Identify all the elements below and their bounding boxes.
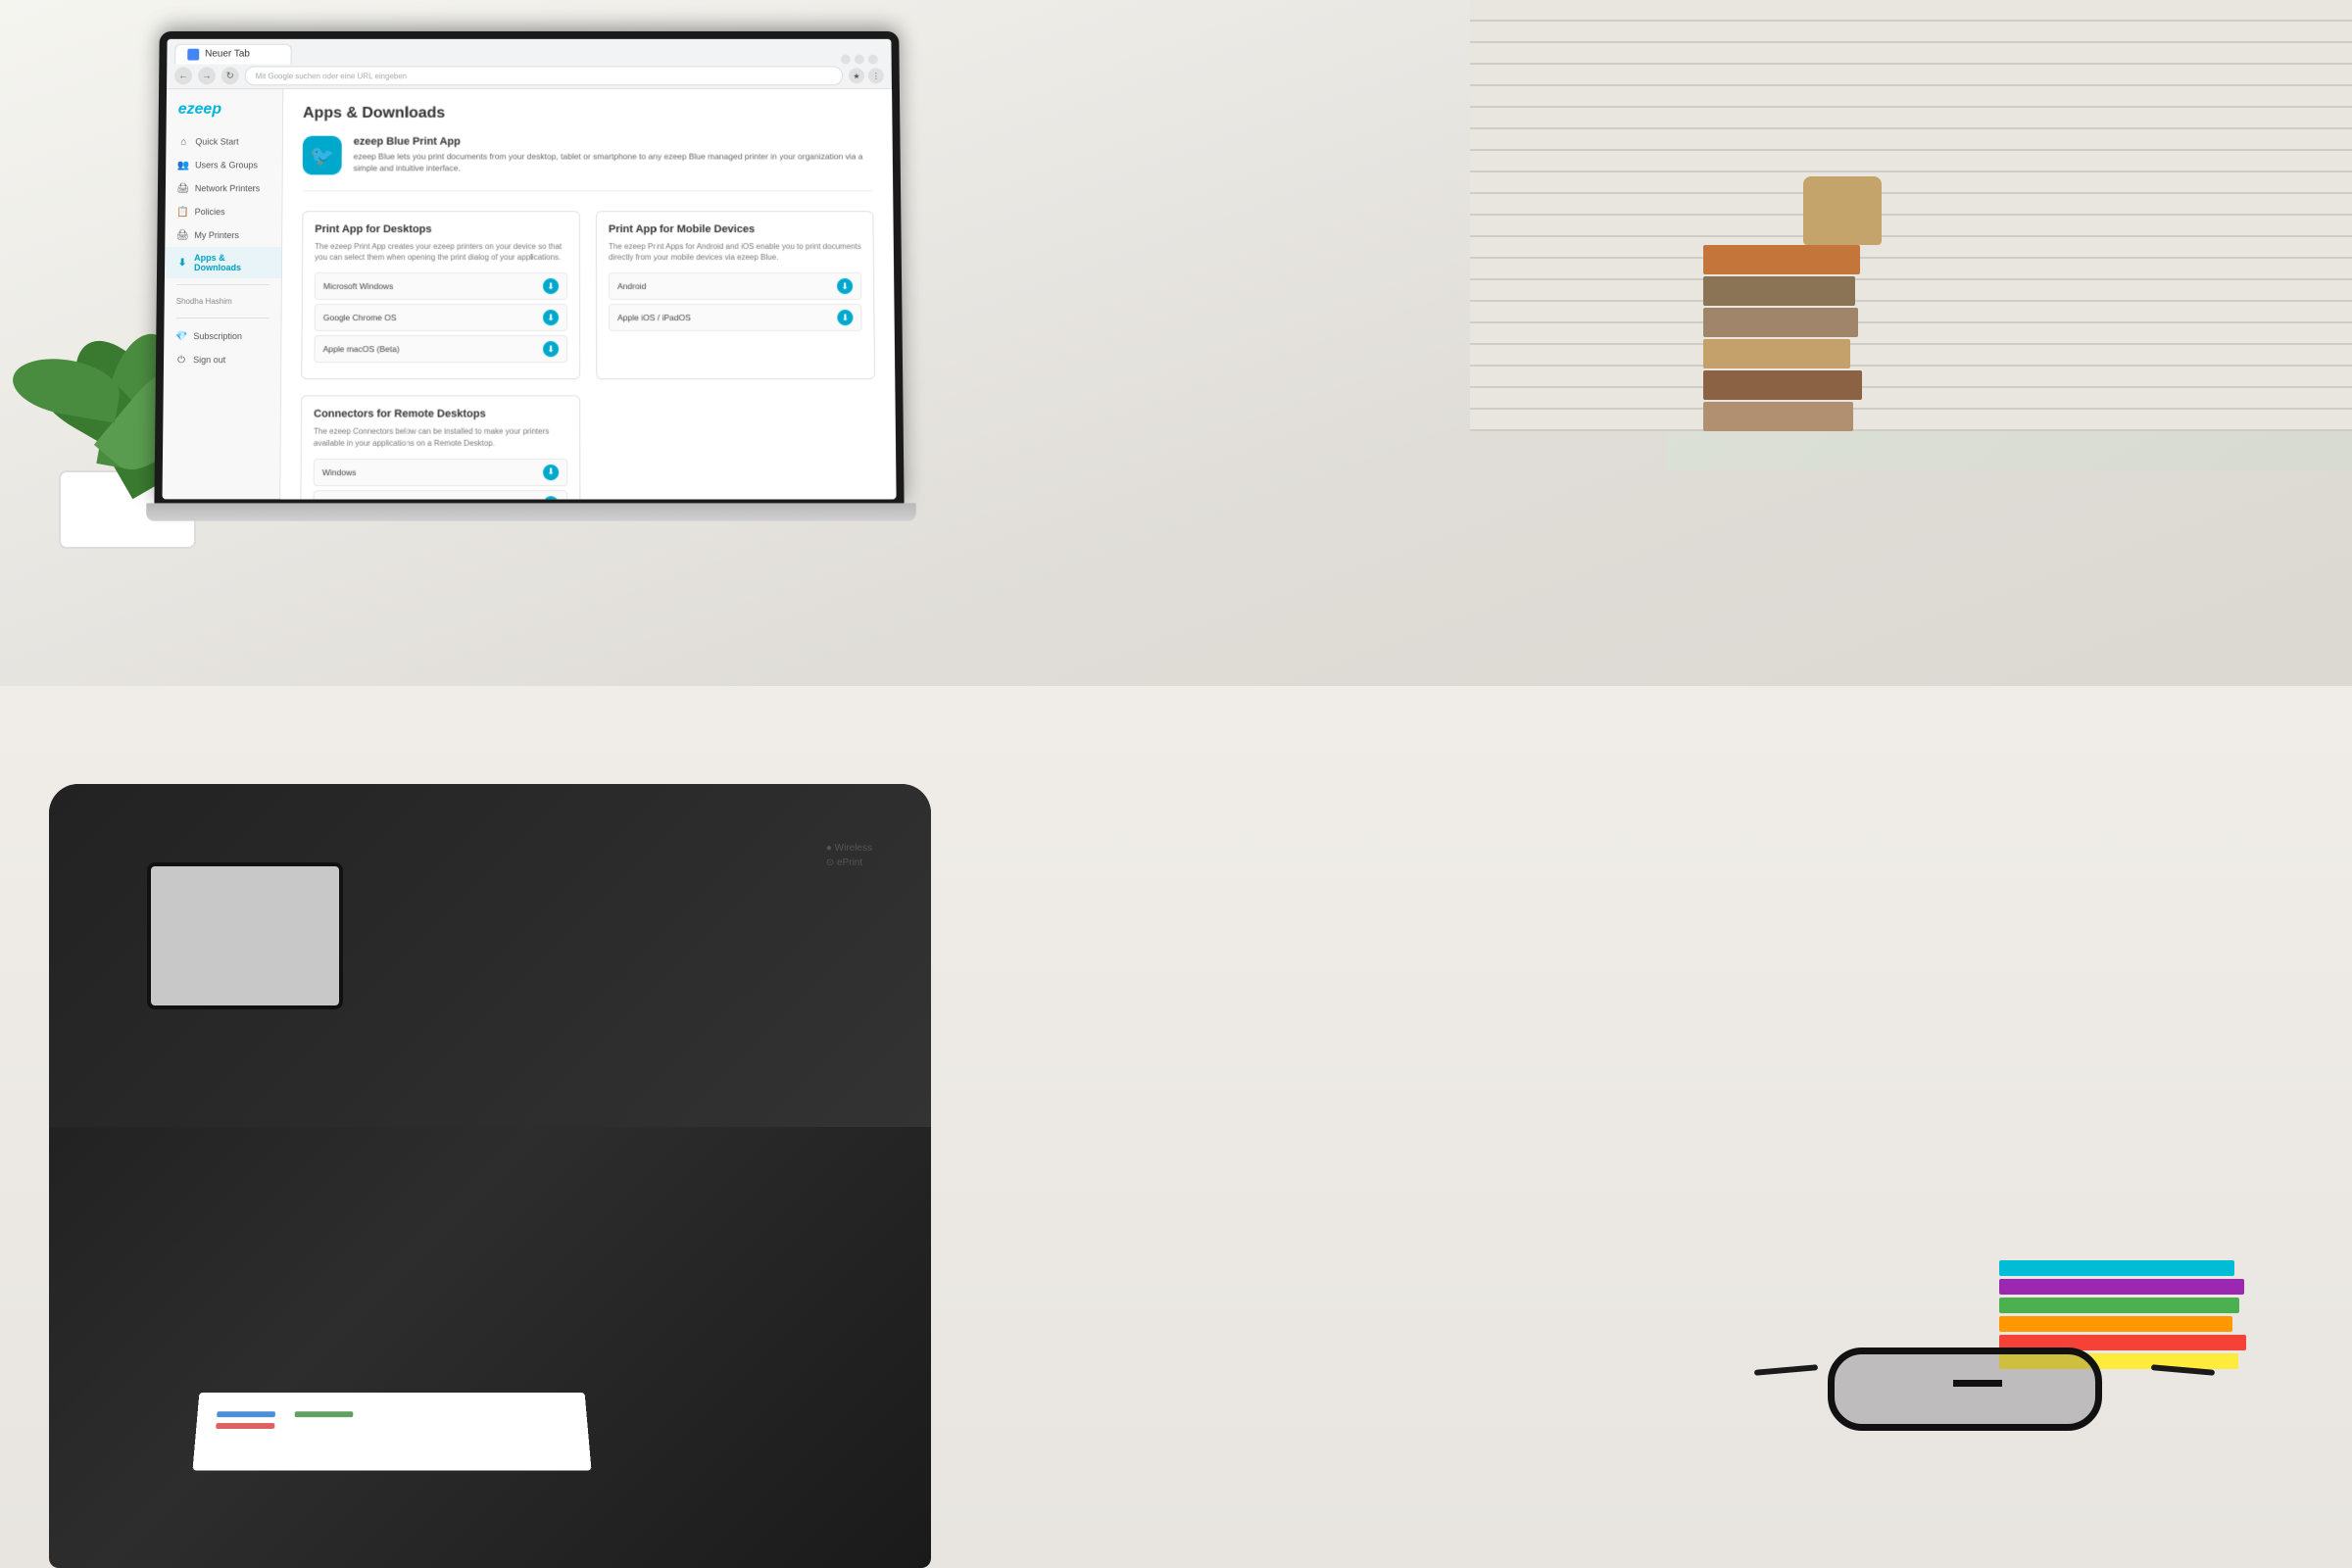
section-mobile-desc: The ezeep Print Apps for Android and iOS… <box>609 241 861 263</box>
browser-chrome: Neuer Tab ← → ↻ Mi <box>167 39 892 89</box>
download-macos-btn[interactable]: ⬇ <box>543 341 559 357</box>
sidebar-item-label: Subscription <box>193 331 242 341</box>
sidebar-item-label: Policies <box>195 207 225 217</box>
browser-close-btn[interactable] <box>868 54 878 64</box>
download-item-macos: Apple macOS (Beta) ⬇ <box>314 335 567 363</box>
sidebar-item-sign-out[interactable]: ⏻ Sign out <box>164 348 281 371</box>
sidebar-item-quick-start[interactable]: ⌂ Quick Start <box>166 130 282 154</box>
tab-favicon <box>187 48 199 60</box>
download-android-btn[interactable]: ⬇ <box>837 278 853 294</box>
download-ios-btn[interactable]: ⬇ <box>837 310 853 325</box>
network-printers-icon: 🖨 <box>177 182 189 194</box>
sidebar: ezeep ⌂ Quick Start 👥 Users & Groups <box>163 89 284 499</box>
sign-out-icon: ⏻ <box>175 354 187 366</box>
sections-grid: Print App for Desktops The ezeep Print A… <box>300 211 877 499</box>
glasses <box>1813 1333 2156 1450</box>
address-bar[interactable]: Mit Google suchen oder eine URL eingeben <box>245 67 844 86</box>
background-scene: ● Wireless ⊙ ePrint Neuer Tab <box>0 0 2352 1568</box>
app-layout: ezeep ⌂ Quick Start 👥 Users & Groups <box>163 89 897 499</box>
my-printers-icon: 🖨 <box>176 229 188 241</box>
bookmark-btn[interactable]: ★ <box>849 69 864 84</box>
policies-icon: 📋 <box>177 206 189 218</box>
app-icon: 🐦 <box>303 136 342 175</box>
sidebar-username: Shodha Hashim <box>165 291 281 312</box>
sidebar-item-label: Quick Start <box>195 137 238 147</box>
section-desktop-title: Print App for Desktops <box>315 223 567 235</box>
bird-icon: 🐦 <box>310 143 334 168</box>
browser-minimize-btn[interactable] <box>841 54 851 64</box>
section-connectors-title: Connectors for Remote Desktops <box>314 409 567 420</box>
app-card-title: ezeep Blue Print App <box>354 136 873 148</box>
printer: ● Wireless ⊙ ePrint <box>49 784 931 1568</box>
page-title: Apps & Downloads <box>303 105 872 122</box>
app-card-description: ezeep Blue lets you print documents from… <box>354 152 873 175</box>
sidebar-nav: ⌂ Quick Start 👥 Users & Groups 🖨 Network… <box>165 130 282 278</box>
browser-maximize-btn[interactable] <box>855 54 864 64</box>
app-card: 🐦 ezeep Blue Print App ezeep Blue lets y… <box>303 136 874 192</box>
download-item-chromeos: Google Chrome OS ⬇ <box>315 304 567 331</box>
sidebar-bottom-nav: 💎 Subscription ⏻ Sign out <box>164 324 281 371</box>
sidebar-item-users-groups[interactable]: 👥 Users & Groups <box>166 154 282 177</box>
subscription-icon: 💎 <box>175 330 187 342</box>
section-desktop-desc: The ezeep Print App creates your ezeep p… <box>315 241 567 263</box>
download-windows-btn[interactable]: ⬇ <box>543 278 559 294</box>
quick-start-icon: ⌂ <box>177 136 189 148</box>
tab-label: Neuer Tab <box>205 49 250 60</box>
main-content: Apps & Downloads 🐦 ezeep Blue Print App … <box>280 89 896 499</box>
sidebar-item-policies[interactable]: 📋 Policies <box>166 200 282 223</box>
printer-paper <box>192 1393 591 1471</box>
download-item-ios: Apple iOS / iPadOS ⬇ <box>609 304 862 331</box>
sidebar-item-my-printers[interactable]: 🖨 My Printers <box>165 223 281 247</box>
download-item-android: Android ⬇ <box>609 272 861 300</box>
laptop-screen: Neuer Tab ← → ↻ Mi <box>163 39 897 500</box>
users-icon: 👥 <box>177 159 189 171</box>
sidebar-divider <box>176 284 270 285</box>
reload-button[interactable]: ↻ <box>221 68 239 85</box>
browser-tab[interactable]: Neuer Tab <box>174 43 291 64</box>
sidebar-item-label: Network Printers <box>195 183 260 193</box>
section-mobile: Print App for Mobile Devices The ezeep P… <box>596 211 875 379</box>
download-item-connector-macos: macOS ⬇ <box>313 490 567 499</box>
settings-btn[interactable]: ⋮ <box>868 69 884 84</box>
laptop: Neuer Tab ← → ↻ Mi <box>154 31 905 521</box>
basket <box>1803 176 1882 245</box>
apps-downloads-icon: ⬇ <box>176 257 188 269</box>
back-button[interactable]: ← <box>174 68 192 85</box>
forward-button[interactable]: → <box>198 68 216 85</box>
download-connector-windows-btn[interactable]: ⬇ <box>543 465 559 480</box>
sidebar-item-label: Users & Groups <box>195 160 258 170</box>
sidebar-item-label: Apps & Downloads <box>194 253 270 272</box>
section-connectors-desc: The ezeep Connectors below can be instal… <box>314 426 567 449</box>
laptop-bezel: Neuer Tab ← → ↻ Mi <box>154 31 904 503</box>
app-card-text: ezeep Blue Print App ezeep Blue lets you… <box>354 136 873 174</box>
books-stack <box>1703 245 1862 433</box>
sidebar-logo: ezeep <box>167 101 283 130</box>
section-mobile-title: Print App for Mobile Devices <box>609 223 861 235</box>
sidebar-item-label: My Printers <box>194 230 239 240</box>
sidebar-item-subscription[interactable]: 💎 Subscription <box>164 324 280 348</box>
sidebar-item-apps-downloads[interactable]: ⬇ Apps & Downloads <box>165 247 281 278</box>
printer-screen <box>147 862 343 1009</box>
download-chromeos-btn[interactable]: ⬇ <box>543 310 559 325</box>
laptop-base <box>146 503 916 520</box>
window-blinds <box>1470 0 2352 490</box>
sidebar-item-network-printers[interactable]: 🖨 Network Printers <box>166 176 282 200</box>
download-connector-macos-btn[interactable]: ⬇ <box>543 496 559 499</box>
download-item-windows: Microsoft Windows ⬇ <box>315 272 567 300</box>
section-connectors: Connectors for Remote Desktops The ezeep… <box>300 396 580 500</box>
download-item-connector-windows: Windows ⬇ <box>314 459 568 486</box>
sidebar-item-label: Sign out <box>193 355 225 365</box>
section-desktop: Print App for Desktops The ezeep Print A… <box>301 211 580 379</box>
